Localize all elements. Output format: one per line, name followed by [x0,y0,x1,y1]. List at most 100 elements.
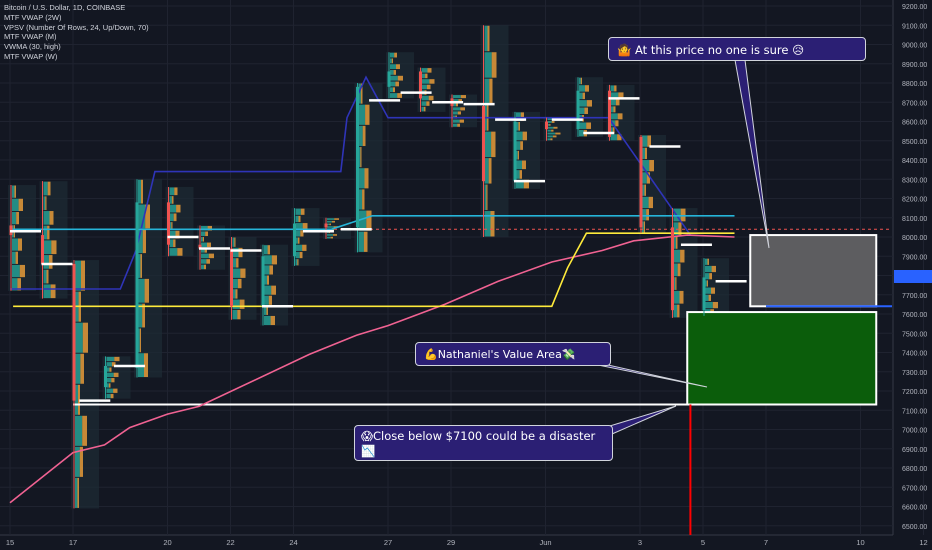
volume-bar-up [264,285,272,295]
candle-body [639,136,643,228]
volume-bar-up [642,135,648,147]
volume-bar-up [43,284,51,299]
volume-bar-down [268,295,272,305]
volume-bar-down [363,231,368,252]
volume-bar-up [295,208,301,215]
x-tick-label: 7 [764,538,768,547]
volume-bar-up [642,172,647,184]
candle-body [419,71,422,99]
volume-bar-down [173,213,177,222]
volume-bar-up [390,58,392,64]
candle-body [72,263,76,401]
volume-bar-down [645,147,647,160]
y-tick-label: 7700.00 [902,293,927,300]
volume-bar-down [366,210,372,231]
volume-bar-up [106,388,114,393]
volume-bar-down [647,135,651,147]
current-price-tag [894,270,932,283]
volume-bar-down [423,106,426,112]
volume-bar-up [579,107,585,115]
volume-bar-up [169,248,178,256]
candle-body [702,277,706,311]
volume-bar-down [582,92,585,100]
volume-bar-down [77,477,79,508]
volume-bar-up [12,264,20,278]
volume-bar-up [232,237,235,247]
volume-bar-down [140,254,142,278]
volume-bar-down [81,260,85,291]
candle-body [324,223,328,228]
volume-bar-up [484,25,488,52]
volume-bar-down [111,378,115,383]
volume-bar-up [484,211,491,237]
volume-bar-down [239,299,245,309]
volume-bar-up [547,132,556,135]
volume-bar-up [75,322,83,353]
volume-bar-down [237,309,241,320]
volume-bar-down [108,383,111,388]
chart-down-icon: 📉 [361,444,376,458]
volume-bar-down [644,184,646,196]
volume-bar-down [395,81,399,87]
candle-body [387,71,391,87]
volume-bar-down [551,129,554,132]
volume-bar-up [43,181,48,196]
volume-bar-up [75,260,81,291]
volume-bar-up [327,234,333,236]
volume-bar-up [327,220,332,223]
volume-bar-up [579,85,585,92]
volume-bar-down [49,211,54,225]
volume-bar-down [615,120,619,127]
volume-bar-up [12,238,18,251]
volume-bar-down [457,123,460,127]
volume-bar-down [649,160,654,172]
volume-bar-up [579,129,584,137]
candle-body [167,202,170,245]
volume-bar-up [484,184,487,211]
volume-bar-up [264,255,272,265]
volume-bar-up [358,125,363,147]
volume-bar-down [234,237,236,247]
candle-body [671,227,674,311]
volume-bar-down [365,104,370,125]
volume-bar-down [551,121,555,123]
legend-indicator-1: MTF VWAP (2W) [4,12,62,22]
volume-bar-up [264,295,269,305]
volume-bar-down [174,187,178,196]
volume-bar-down [330,236,333,239]
callout-disaster[interactable]: 😱Close below $7100 could be a disaster📉 [354,425,613,461]
volume-bar-up [106,372,114,378]
legend-indicator-5: MTF VWAP (W) [4,51,58,61]
volume-bar-down [552,135,557,138]
volume-bar-up [138,179,141,204]
volume-bar-up [642,196,649,209]
volume-bar-up [547,138,551,141]
volume-bar-down [16,211,19,225]
volume-bar-down [706,280,708,287]
volume-bar-up [12,251,16,264]
volume-bar-down [298,215,301,223]
y-tick-label: 7500.00 [902,331,927,338]
volume-bar-up [547,126,554,129]
callout-value-area[interactable]: 💪Nathaniel's Value Area💸 [415,342,611,366]
volume-bar-down [329,223,331,226]
y-tick-label: 8700.00 [902,100,927,107]
volume-bar-up [484,131,492,158]
volume-bar-down [173,239,176,248]
volume-bar-up [484,78,490,105]
price-chart[interactable]: 9200.00 9100.00 9000.00 8900.00 8800.00 8700.… [0,0,932,550]
volume-bar-down [580,77,582,85]
volume-bar-up [169,187,175,196]
volume-bar-down [208,253,214,259]
volume-bar-down [679,290,684,304]
volume-bar-up [390,52,395,58]
volume-bar-up [138,303,143,328]
volume-bar-up [327,226,334,228]
volume-bar-down [331,220,335,223]
volume-bar-down [460,95,466,99]
volume-bar-up [43,255,49,269]
volume-bar-down [675,236,678,249]
volume-bar-down [549,123,551,126]
callout-no-one-sure[interactable]: 🤷 At this price no one is sure 😥 [608,37,866,61]
volume-bar-up [421,95,429,101]
